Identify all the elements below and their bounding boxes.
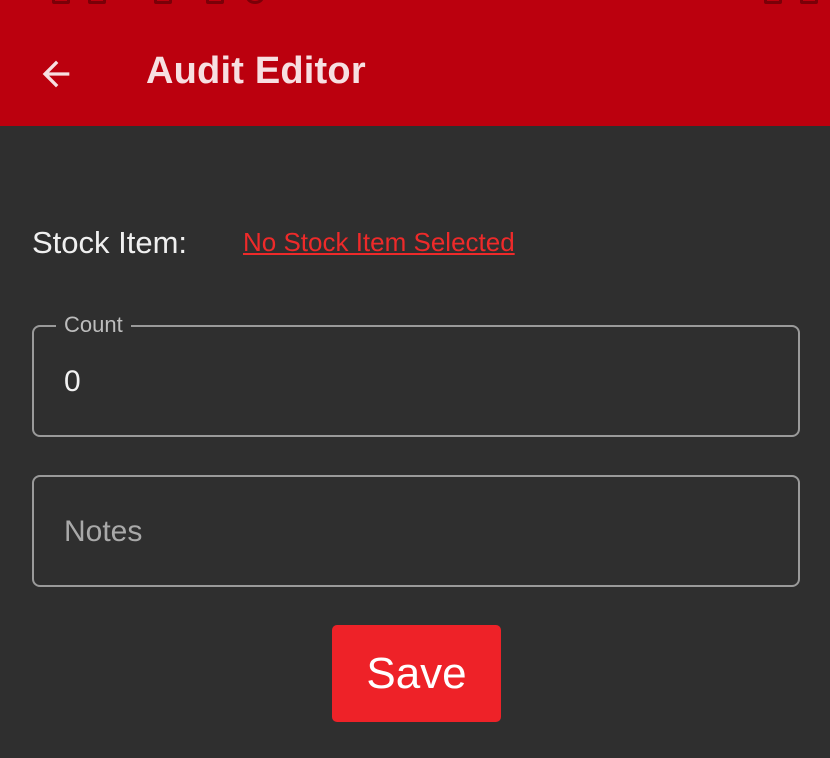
count-field-label: Count [56, 312, 131, 338]
status-bar-icon [154, 0, 172, 4]
status-bar-icon [246, 0, 264, 4]
back-button[interactable] [28, 46, 84, 102]
save-button[interactable]: Save [332, 625, 501, 722]
status-bar-icon [206, 0, 224, 4]
status-bar-icon [52, 0, 70, 4]
count-field[interactable]: Count 0 [32, 312, 800, 437]
app-bar: Audit Editor [0, 0, 830, 126]
count-field-value[interactable]: 0 [64, 365, 81, 399]
audit-editor-form: Stock Item: No Stock Item Selected Count… [0, 126, 830, 758]
status-bar [0, 0, 830, 4]
page-title: Audit Editor [146, 50, 366, 92]
stock-item-link[interactable]: No Stock Item Selected [243, 227, 515, 258]
arrow-left-icon [42, 60, 70, 88]
notes-field-placeholder[interactable]: Notes [64, 515, 142, 549]
status-bar-icon [800, 0, 818, 4]
status-bar-icon [764, 0, 782, 4]
notes-field[interactable]: Notes [32, 475, 800, 587]
stock-item-label: Stock Item: [32, 225, 188, 260]
status-bar-icon [88, 0, 106, 4]
